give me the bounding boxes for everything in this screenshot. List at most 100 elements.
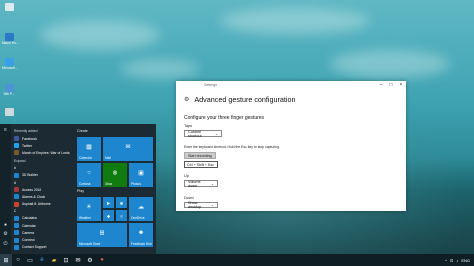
- calendar-icon: ▦: [86, 144, 92, 151]
- store-icon[interactable]: ⊡: [60, 254, 72, 266]
- list-item-calculator[interactable]: Calculator: [12, 215, 72, 222]
- file-icon: [4, 108, 14, 116]
- network-icon[interactable]: ⊡: [450, 258, 453, 263]
- page-heading: ⚙ Advanced gesture configuration: [184, 95, 295, 104]
- game-icon: [14, 150, 19, 156]
- up-label: Up: [184, 174, 189, 178]
- edge-icon[interactable]: e: [36, 254, 48, 266]
- tile-small-2[interactable]: ◉: [116, 197, 127, 208]
- windows-logo-icon[interactable]: ⊞: [0, 254, 12, 266]
- store-bag-icon: ⊞: [99, 230, 105, 237]
- down-label: Down: [184, 196, 194, 200]
- search-icon[interactable]: ○: [12, 254, 24, 266]
- photos-icon: ▣: [138, 170, 144, 177]
- up-dropdown[interactable]: Volume down ⌄: [184, 179, 218, 188]
- up-dropdown-value: Volume down: [188, 179, 201, 188]
- tile-small-1[interactable]: ▶: [103, 197, 114, 208]
- taps-dropdown-value: Custom shortcut: [188, 129, 202, 138]
- start-recording-button[interactable]: Start recording: [184, 152, 216, 159]
- volume-icon[interactable]: ♪: [456, 258, 458, 263]
- close-button[interactable]: ×: [396, 81, 406, 89]
- support-icon: [14, 244, 19, 250]
- settings-icon[interactable]: ⚙: [84, 254, 96, 266]
- list-item-twitter[interactable]: Twitter: [12, 142, 72, 149]
- taps-dropdown[interactable]: Custom shortcut ⌄: [184, 129, 222, 138]
- racing-game-icon: [14, 201, 19, 207]
- list-header-hash[interactable]: #: [12, 165, 72, 172]
- desktop-icon-win-p[interactable]: Win P...: [2, 84, 16, 97]
- taskbar: ⊞ ○ ▭ e ▰ ⊡ ✉ ⚙ ● ^ ⊡ ♪ ENG: [0, 254, 474, 266]
- movies-icon: ▶: [106, 200, 111, 205]
- list-item-march-of-empires[interactable]: March of Empires: War of Lords: [12, 149, 72, 156]
- access-icon: [14, 187, 19, 193]
- user-account-icon[interactable]: ●: [3, 223, 8, 228]
- mail-icon[interactable]: ✉: [72, 254, 84, 266]
- app-icon[interactable]: ●: [96, 254, 108, 266]
- list-item-connect[interactable]: Connect: [12, 236, 72, 243]
- feedback-icon: ☻: [137, 229, 145, 236]
- minimize-button[interactable]: –: [376, 81, 386, 89]
- cortana-icon: ○: [87, 169, 91, 176]
- chevron-down-icon: ⌄: [210, 181, 214, 186]
- tile-onedrive[interactable]: ☁ OneDrive: [129, 197, 153, 221]
- tile-feedback-hub[interactable]: ☻ Feedback Hub: [129, 223, 153, 247]
- shortcut-instruction: Enter the keyboard shortcut. Hold the Es…: [184, 145, 280, 149]
- settings-gear-icon[interactable]: ⚙: [3, 232, 8, 237]
- people-icon: ☺: [119, 213, 124, 218]
- maps-icon: ◆: [106, 213, 111, 218]
- tile-weather[interactable]: ☀ Weather: [77, 197, 101, 221]
- file-explorer-icon[interactable]: ▰: [48, 254, 60, 266]
- list-item-alarms[interactable]: Alarms & Clock: [12, 193, 72, 200]
- start-menu: ≡ ● ⚙ ⏻ Recently added Facebook Twitter …: [0, 124, 156, 254]
- tile-small-3[interactable]: ◆: [103, 210, 114, 221]
- camera-icon: [14, 230, 19, 236]
- list-item-contact-support[interactable]: Contact Support: [12, 244, 72, 251]
- chevron-down-icon: ⌄: [210, 203, 214, 207]
- section-subheading: Configure your three finger gestures: [184, 115, 265, 121]
- facebook-icon: [14, 136, 19, 142]
- desktop-icon-user-folder[interactable]: Mauro Hu...: [2, 33, 19, 46]
- desktop-icon-file[interactable]: [2, 108, 16, 117]
- tile-mail[interactable]: ✉ Mail: [103, 137, 153, 161]
- recently-added-header: Recently added: [14, 129, 38, 133]
- window-titlebar[interactable]: Settings – □ ×: [176, 81, 406, 89]
- list-item-camera[interactable]: Camera: [12, 229, 72, 236]
- list-item-calendar[interactable]: Calendar: [12, 222, 72, 229]
- power-icon[interactable]: ⏻: [3, 242, 8, 247]
- hamburger-menu-icon[interactable]: ≡: [3, 128, 8, 133]
- twitter-icon: [14, 143, 19, 149]
- maximize-button[interactable]: □: [386, 81, 396, 89]
- list-item-asphalt[interactable]: Asphalt 8: Airborne: [12, 201, 72, 208]
- calculator-icon: [14, 215, 19, 221]
- chevron-down-icon: ⌄: [214, 131, 218, 136]
- tile-cortana[interactable]: ○ Cortana: [77, 163, 101, 187]
- list-item-facebook[interactable]: Facebook: [12, 135, 72, 142]
- task-view-icon[interactable]: ▭: [24, 254, 36, 266]
- desktop-icon-recycle-bin[interactable]: [2, 3, 16, 12]
- down-dropdown[interactable]: Show desktop ⌄: [184, 201, 218, 209]
- computer-icon: [4, 84, 14, 92]
- list-item-3d-builder[interactable]: 3D Builder: [12, 172, 72, 179]
- shortcut-field[interactable]: Ctrl + Shift + Esc: [184, 161, 218, 168]
- tile-small-4[interactable]: ☺: [116, 210, 127, 221]
- language-indicator[interactable]: ENG: [461, 258, 470, 263]
- list-item-access[interactable]: Access 2016: [12, 186, 72, 193]
- tile-photos[interactable]: ▣ Photos: [129, 163, 153, 187]
- tile-xbox[interactable]: ⊗ Xbox: [103, 163, 127, 187]
- tile-store[interactable]: ⊞ Microsoft Store: [77, 223, 127, 247]
- start-menu-rail: ≡ ● ⚙ ⏻: [0, 124, 11, 254]
- tile-calendar[interactable]: ▦ Calendar: [77, 137, 101, 161]
- app-list: Recently added Facebook Twitter March of…: [12, 127, 72, 254]
- weather-icon: ☀: [86, 204, 92, 211]
- down-dropdown-value: Show desktop: [188, 201, 202, 209]
- list-header-c[interactable]: C: [12, 208, 72, 215]
- taps-label: Taps: [184, 124, 193, 128]
- desktop-icon-microsoft[interactable]: Microsoft...: [2, 58, 18, 71]
- recycle-bin-icon: [4, 3, 14, 11]
- calendar-icon: [14, 223, 19, 229]
- connect-icon: [14, 237, 19, 243]
- list-header-a[interactable]: A: [12, 179, 72, 186]
- 3d-builder-icon: [14, 172, 19, 178]
- tray-overflow-icon[interactable]: ^: [445, 258, 447, 263]
- expand-link[interactable]: Expand: [14, 159, 72, 163]
